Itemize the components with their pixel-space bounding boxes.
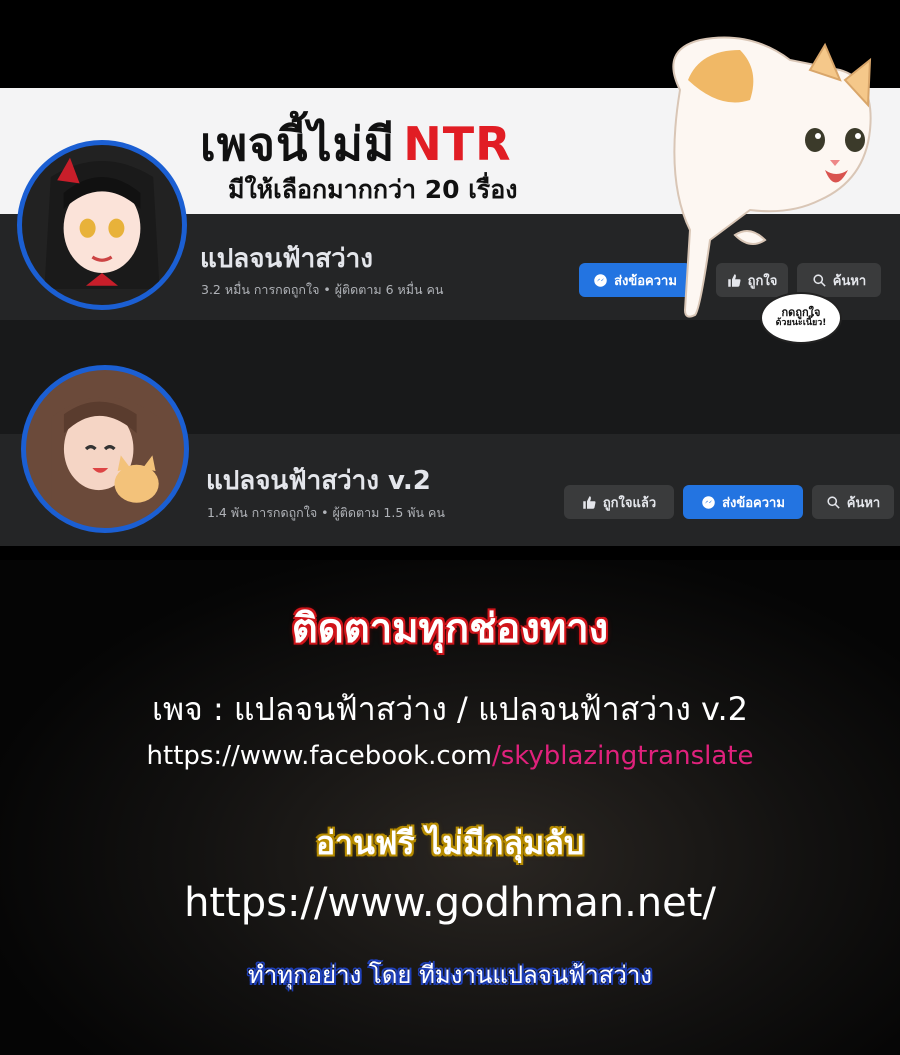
send-message-button-2[interactable]: ส่งข้อความ xyxy=(683,485,803,519)
site-link[interactable]: https://www.godhman.net/ xyxy=(0,880,900,926)
anime-girl-avatar-image xyxy=(44,157,160,289)
banner-title-ntr: NTR xyxy=(403,117,512,171)
facebook-link-head: https://www.facebook.com xyxy=(146,741,492,771)
page-name-2[interactable]: แปลจนฟ้าสว่าง v.2 xyxy=(206,460,431,501)
messenger-icon xyxy=(702,495,715,509)
page-avatar-2[interactable] xyxy=(21,365,189,533)
liked-label: ถูกใจแล้ว xyxy=(602,495,657,511)
credit-line: ทำทุกอย่าง โดย ทีมงานแปลจนฟ้าสว่าง xyxy=(247,961,653,989)
facebook-link-tail: /skyblazingtranslate xyxy=(491,741,754,771)
anime-girl-with-cat-avatar-image xyxy=(51,396,159,516)
send-message-label: ส่งข้อความ xyxy=(722,495,785,511)
liked-button-2[interactable]: ถูกใจแล้ว xyxy=(564,485,674,519)
page-stats-2: 1.4 พัน การกดถูกใจ • ผู้ติดตาม 1.5 พัน ค… xyxy=(207,505,445,520)
messenger-icon xyxy=(594,273,607,287)
read-free-heading: อ่านฟรี ไม่มีกลุ่มลับ xyxy=(315,824,585,862)
follow-all-channels-title: ติดตามทุกช่องทาง xyxy=(291,606,609,652)
thumbs-up-icon xyxy=(583,495,596,509)
cat-mascot-illustration xyxy=(672,36,872,318)
page-stats-1: 3.2 หมื่น การกดถูกใจ • ผู้ติดตาม 6 หมื่น… xyxy=(201,282,444,297)
page-avatar-1[interactable] xyxy=(17,140,187,310)
facebook-link[interactable]: https://www.facebook.com/skyblazingtrans… xyxy=(0,741,900,771)
search-icon xyxy=(827,495,840,509)
speech-bubble: กดถูกใจ ด้วยนะเนี๊ยว! xyxy=(760,292,842,344)
pages-line: เพจ : แปลจนฟ้าสว่าง / แปลจนฟ้าสว่าง v.2 xyxy=(152,690,748,728)
search-button-2[interactable]: ค้นหา xyxy=(812,485,894,519)
banner-title-text: เพจนี้ไม่มี xyxy=(200,117,396,171)
search-label: ค้นหา xyxy=(846,495,881,511)
banner-subtitle: มีให้เลือกมากกว่า 20 เรื่อง xyxy=(228,175,518,204)
speech-bubble-line-2: ด้วยนะเนี๊ยว! xyxy=(775,318,827,329)
page-name-1[interactable]: แปลจนฟ้าสว่าง xyxy=(200,238,373,279)
